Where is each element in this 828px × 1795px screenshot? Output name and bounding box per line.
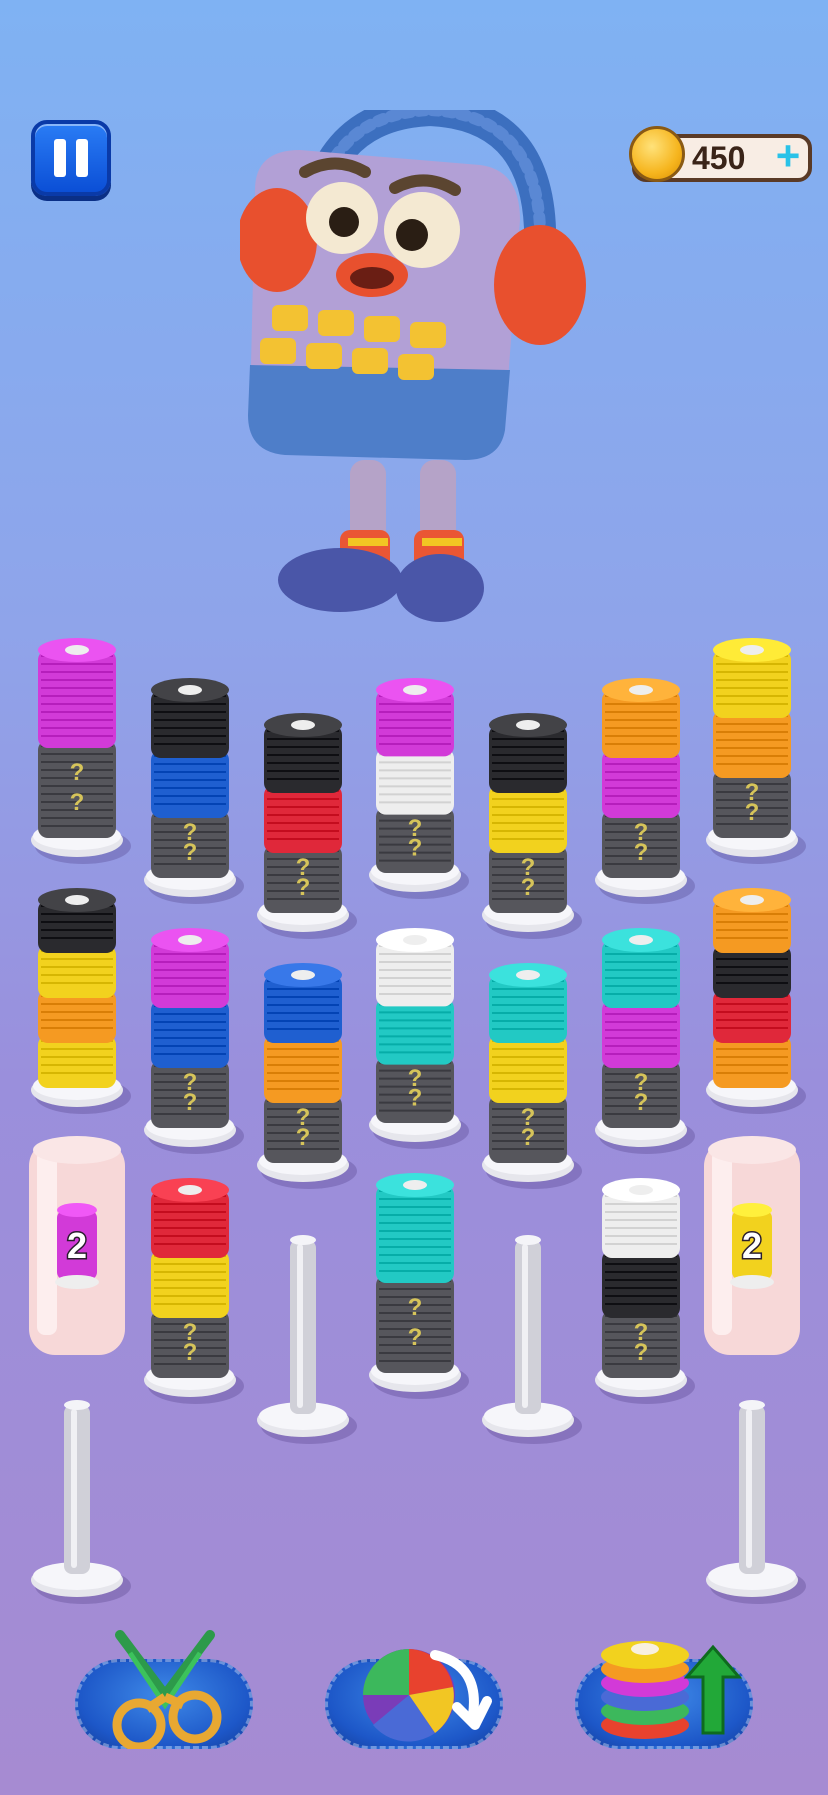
yarn-spool[interactable]: ?? [369,1173,469,1399]
yarn-band-black [602,1250,680,1318]
yarn-band-white [376,748,454,815]
locked-spool-cup[interactable]: 2 [704,1136,800,1355]
shuffle-booster[interactable] [325,1625,503,1749]
yarn-band-orange [713,710,791,778]
empty-pole[interactable] [482,1235,582,1444]
yarn-spool[interactable]: ?? [369,928,469,1149]
spool-hole [629,685,653,695]
yarn-spool[interactable]: ?? [257,713,357,939]
hidden-layer-mark: ? [634,1339,649,1366]
yarn-spool[interactable] [706,888,806,1114]
shuffle-yarn-icon [363,1649,492,1742]
hidden-layer-mark: ? [296,874,311,901]
hidden-layer-mark: ? [408,835,423,862]
hidden-layer-mark: ? [183,1089,198,1116]
yarn-spool[interactable]: ?? [369,678,469,899]
yarn-spool[interactable]: ?? [144,928,244,1154]
hidden-layer-mark: ? [634,839,649,866]
spool-hole [516,970,540,980]
hidden-layer-mark: ? [183,839,198,866]
hidden-layer-mark: ? [183,1339,198,1366]
yarn-spool[interactable] [31,888,131,1114]
spool-hole [65,645,89,655]
hidden-layer-mark: ? [296,1124,311,1151]
hidden-layer-mark: ? [70,789,85,816]
empty-pole[interactable] [706,1400,806,1604]
cup-count: 2 [742,1225,762,1266]
yarn-band-magenta [602,750,680,818]
spool-hole [740,895,764,905]
stack-up-arrow-icon [601,1641,743,1739]
yarn-band-cyan [376,998,454,1065]
cup-count: 2 [67,1225,87,1266]
spool-hole [629,935,653,945]
yarn-spool[interactable]: ?? [595,1178,695,1404]
hidden-layer-mark: ? [521,874,536,901]
scissors-icon [112,1630,222,1749]
spool-hole [291,720,315,730]
hidden-layer-mark: ? [634,1089,649,1116]
spool-hole [629,1185,653,1195]
spool-hole [740,645,764,655]
hidden-layer-mark: ? [408,1294,423,1321]
locked-spool-cup[interactable]: 2 [29,1136,125,1355]
hidden-layer-mark: ? [70,759,85,786]
yarn-spool[interactable]: ?? [482,963,582,1189]
yarn-spool[interactable]: ?? [31,638,131,864]
hidden-layer-mark: ? [521,1124,536,1151]
game-board: ???????????????????????????? ??2 2 [29,638,806,1604]
extra-pole-booster[interactable] [575,1625,753,1749]
spool-hole [178,935,202,945]
spool-hole [403,685,427,695]
spool-hole [403,1180,427,1190]
yarn-spool[interactable]: ?? [257,963,357,1189]
yarn-spool[interactable]: ?? [144,1178,244,1404]
spool-hole [516,720,540,730]
empty-pole[interactable] [257,1235,357,1444]
empty-pole[interactable] [31,1400,131,1604]
spool-hole [178,685,202,695]
hidden-layer-mark: ? [745,799,760,826]
yarn-band-orange [264,1035,342,1103]
yarn-band-yellow [489,1035,567,1103]
scissors-booster[interactable] [75,1625,253,1749]
yarn-band-red [264,785,342,853]
hidden-layer-mark: ? [408,1085,423,1112]
spool-hole [403,935,427,945]
hidden-layer-mark: ? [408,1324,423,1351]
yarn-band-yellow [151,1250,229,1318]
spool-hole [65,895,89,905]
yarn-spool[interactable]: ?? [595,928,695,1154]
yarn-spool[interactable]: ?? [482,713,582,939]
yarn-band-blue [151,750,229,818]
spool-hole [291,970,315,980]
yarn-band-magenta [602,1000,680,1068]
yarn-spool[interactable]: ?? [144,678,244,904]
yarn-spool[interactable]: ?? [595,678,695,904]
yarn-spool[interactable]: ?? [706,638,806,864]
yarn-band-blue [151,1000,229,1068]
spool-hole [178,1185,202,1195]
yarn-band-yellow [489,785,567,853]
